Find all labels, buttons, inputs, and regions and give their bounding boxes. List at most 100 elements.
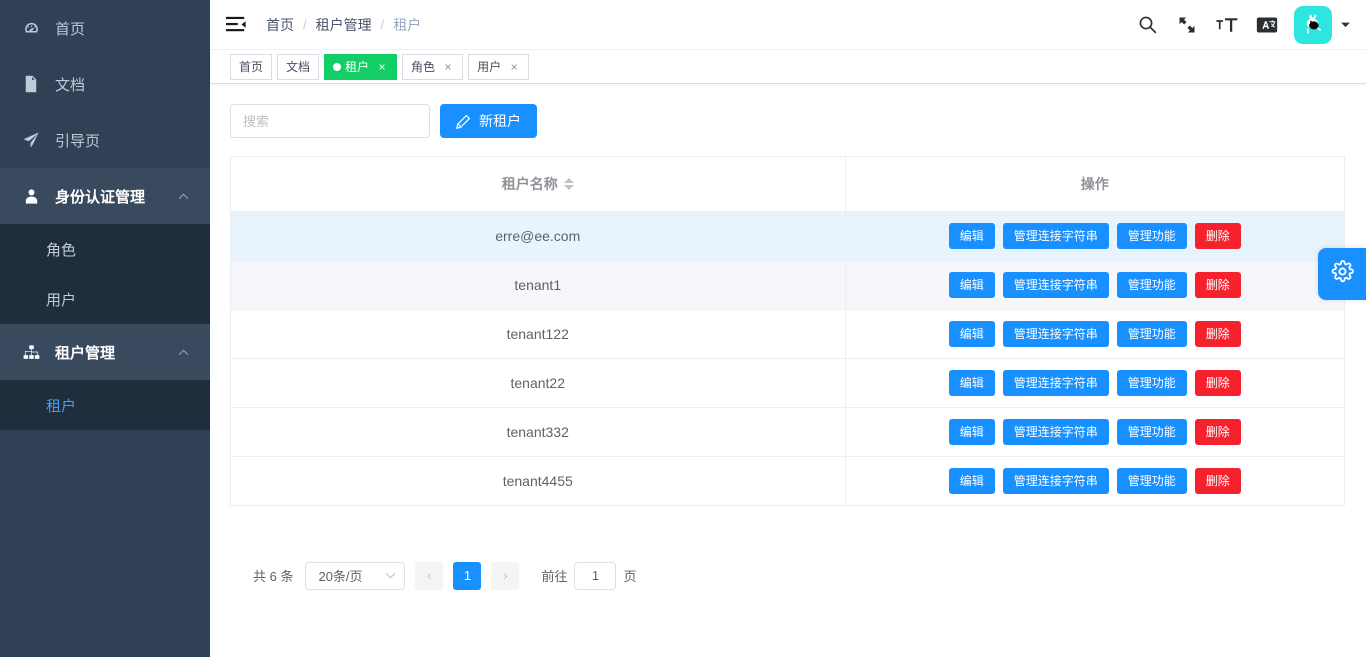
delete-button[interactable]: 删除 — [1194, 271, 1241, 298]
jump-page-input[interactable] — [574, 561, 617, 590]
hamburger-icon[interactable] — [224, 13, 248, 37]
edit-button[interactable]: 编辑 — [948, 320, 995, 347]
sidebar-item-label: 角色 — [46, 241, 77, 259]
page-size-label: 20条/页 — [318, 569, 363, 584]
new-tenant-label: 新租户 — [479, 113, 521, 129]
table-row[interactable]: tenant22 编辑 管理连接字符串 管理功能 删除 — [231, 358, 1344, 408]
close-icon[interactable]: × — [508, 61, 520, 73]
sidebar-item-label: 用户 — [46, 291, 77, 309]
breadcrumb-item-tenant: 租户 — [393, 16, 422, 33]
tag-home[interactable]: 首页 — [230, 53, 273, 80]
close-icon[interactable]: × — [442, 61, 454, 73]
manage-features-button[interactable]: 管理功能 — [1116, 467, 1187, 494]
user-icon — [20, 186, 42, 206]
page-content: 新租户 租户名称 操作 — [210, 84, 1366, 657]
pagination-next-button[interactable]: › — [491, 561, 520, 590]
table-row[interactable]: tenant1 编辑 管理连接字符串 管理功能 删除 — [231, 260, 1344, 310]
edit-button[interactable]: 编辑 — [948, 418, 995, 445]
tag-tenant[interactable]: 租户 × — [324, 53, 398, 80]
fullscreen-icon[interactable] — [1174, 12, 1200, 38]
table-row[interactable]: tenant332 编辑 管理连接字符串 管理功能 删除 — [231, 407, 1344, 457]
sidebar-submenu-identity-auth: 角色 用户 — [0, 224, 210, 324]
sidebar-item-document[interactable]: 文档 — [0, 56, 210, 112]
table-row[interactable]: erre@ee.com 编辑 管理连接字符串 管理功能 删除 — [231, 211, 1344, 261]
page-size-select[interactable]: 20条/页 — [305, 561, 406, 590]
tag-document[interactable]: 文档 — [277, 53, 320, 80]
sidebar-item-label: 租户 — [46, 397, 77, 415]
jump-suffix-label: 页 — [623, 569, 637, 584]
tags-view: 首页 文档 租户 × 角色 × 用户 × — [210, 50, 1366, 84]
edit-button[interactable]: 编辑 — [948, 222, 995, 249]
cell-tenant-name: tenant1 — [231, 260, 846, 310]
breadcrumb-item-home[interactable]: 首页 — [266, 15, 294, 35]
navbar: 首页 / 租户管理 / 租户 — [210, 0, 1366, 50]
edit-button[interactable]: 编辑 — [948, 271, 995, 298]
pagination: 共 6 条 20条/页 ‹ 1 › 前往 页 — [230, 561, 1346, 590]
breadcrumb-separator: / — [380, 17, 385, 32]
manage-features-button[interactable]: 管理功能 — [1116, 320, 1187, 347]
sidebar-item-label: 租户管理 — [55, 344, 116, 362]
manage-connection-string-button[interactable]: 管理连接字符串 — [1002, 418, 1109, 445]
main-area: 首页 / 租户管理 / 租户 首页 文档 租户 × 角色 × 用户 × 搜索 新… — [210, 0, 1366, 657]
breadcrumb: 首页 / 租户管理 / 租户 — [266, 15, 421, 35]
sidebar-item-home[interactable]: 首页 — [0, 0, 210, 56]
tag-role[interactable]: 角色 × — [402, 53, 464, 80]
search-icon[interactable] — [1134, 12, 1160, 38]
cell-tenant-name: tenant4455 — [231, 456, 846, 506]
edit-button[interactable]: 编辑 — [948, 369, 995, 396]
jump-prefix-label: 前往 — [541, 569, 568, 584]
cell-actions: 编辑 管理连接字符串 管理功能 删除 — [845, 260, 1344, 310]
manage-connection-string-button[interactable]: 管理连接字符串 — [1002, 369, 1109, 396]
cell-actions: 编辑 管理连接字符串 管理功能 删除 — [845, 456, 1344, 506]
close-icon[interactable]: × — [376, 61, 388, 73]
sidebar-item-users[interactable]: 用户 — [0, 274, 210, 324]
settings-panel-handle[interactable] — [1318, 248, 1366, 300]
manage-features-button[interactable]: 管理功能 — [1116, 222, 1187, 249]
table-row[interactable]: tenant4455 编辑 管理连接字符串 管理功能 删除 — [231, 456, 1344, 506]
breadcrumb-item-tenant-management[interactable]: 租户管理 — [316, 15, 372, 35]
manage-features-button[interactable]: 管理功能 — [1116, 271, 1187, 298]
table-body: erre@ee.com 编辑 管理连接字符串 管理功能 删除 tenant1 编… — [231, 211, 1344, 506]
manage-features-button[interactable]: 管理功能 — [1116, 418, 1187, 445]
chevron-down-icon[interactable] — [1340, 19, 1352, 31]
edit-button[interactable]: 编辑 — [948, 467, 995, 494]
manage-connection-string-button[interactable]: 管理连接字符串 — [1002, 222, 1109, 249]
pagination-page-1[interactable]: 1 — [453, 561, 482, 590]
user-avatar[interactable] — [1294, 5, 1332, 44]
tag-label: 文档 — [286, 60, 311, 74]
sort-caret-icon[interactable] — [563, 177, 574, 190]
manage-connection-string-button[interactable]: 管理连接字符串 — [1002, 467, 1109, 494]
tag-label: 租户 — [345, 60, 370, 74]
sidebar-item-roles[interactable]: 角色 — [0, 224, 210, 274]
chevron-up-icon — [176, 345, 190, 359]
search-input[interactable] — [230, 104, 430, 138]
delete-button[interactable]: 删除 — [1194, 418, 1241, 445]
app-root: 首页 文档 引导页 身份认证管理 角色 用户 租户管理 租户 首页 / 租户管理… — [0, 0, 1366, 657]
delete-button[interactable]: 删除 — [1194, 320, 1241, 347]
tag-label: 用户 — [477, 60, 502, 74]
table-row[interactable]: tenant122 编辑 管理连接字符串 管理功能 删除 — [231, 309, 1344, 359]
delete-button[interactable]: 删除 — [1194, 222, 1241, 249]
column-label: 操作 — [1080, 175, 1109, 192]
tag-user[interactable]: 用户 × — [468, 53, 530, 80]
sidebar-item-tenant[interactable]: 租户 — [0, 380, 210, 430]
edit-pencil-icon — [456, 114, 471, 129]
column-header-tenant-name[interactable]: 租户名称 — [231, 157, 846, 212]
pagination-prev-button[interactable]: ‹ — [415, 561, 444, 590]
sidebar-group-identity-auth[interactable]: 身份认证管理 — [0, 168, 210, 224]
delete-button[interactable]: 删除 — [1194, 467, 1241, 494]
manage-features-button[interactable]: 管理功能 — [1116, 369, 1187, 396]
manage-connection-string-button[interactable]: 管理连接字符串 — [1002, 271, 1109, 298]
tree-icon — [20, 342, 42, 362]
sidebar-item-guide[interactable]: 引导页 — [0, 112, 210, 168]
cell-tenant-name: erre@ee.com — [231, 211, 846, 261]
sidebar-group-tenant-management[interactable]: 租户管理 — [0, 324, 210, 380]
font-size-icon[interactable] — [1214, 12, 1240, 38]
new-tenant-button[interactable]: 新租户 — [440, 104, 537, 138]
tag-label: 角色 — [411, 60, 436, 74]
translate-icon[interactable] — [1254, 12, 1280, 38]
delete-button[interactable]: 删除 — [1194, 369, 1241, 396]
navbar-actions — [1134, 5, 1352, 44]
manage-connection-string-button[interactable]: 管理连接字符串 — [1002, 320, 1109, 347]
sidebar-submenu-tenant-management: 租户 — [0, 380, 210, 430]
